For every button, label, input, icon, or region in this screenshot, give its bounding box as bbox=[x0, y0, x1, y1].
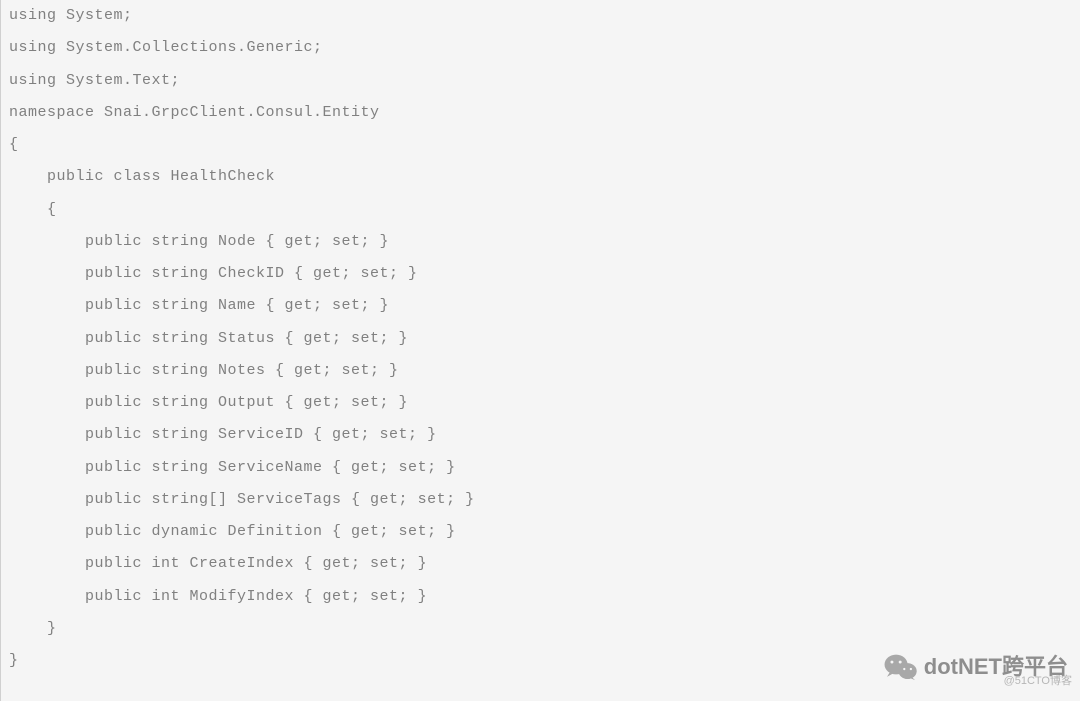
code-line: public string Notes { get; set; } bbox=[9, 355, 1072, 387]
code-line: public string ServiceID { get; set; } bbox=[9, 419, 1072, 451]
code-line: public class HealthCheck bbox=[9, 161, 1072, 193]
code-line: } bbox=[9, 613, 1072, 645]
code-line: public string Name { get; set; } bbox=[9, 290, 1072, 322]
code-line: using System.Text; bbox=[9, 65, 1072, 97]
code-line: public string[] ServiceTags { get; set; … bbox=[9, 484, 1072, 516]
code-line: { bbox=[9, 129, 1072, 161]
code-line: using System.Collections.Generic; bbox=[9, 32, 1072, 64]
code-line: using System; bbox=[9, 0, 1072, 32]
code-line: namespace Snai.GrpcClient.Consul.Entity bbox=[9, 97, 1072, 129]
code-line: public string Status { get; set; } bbox=[9, 323, 1072, 355]
code-line: public string ServiceName { get; set; } bbox=[9, 452, 1072, 484]
wechat-icon bbox=[884, 653, 918, 681]
code-line: public string Output { get; set; } bbox=[9, 387, 1072, 419]
code-line: public string Node { get; set; } bbox=[9, 226, 1072, 258]
code-block: using System; using System.Collections.G… bbox=[0, 0, 1080, 701]
code-line: public string CheckID { get; set; } bbox=[9, 258, 1072, 290]
code-line: public int CreateIndex { get; set; } bbox=[9, 548, 1072, 580]
code-line: public dynamic Definition { get; set; } bbox=[9, 516, 1072, 548]
credit-text: @51CTO博客 bbox=[1004, 665, 1072, 697]
code-line: { bbox=[9, 194, 1072, 226]
code-line: public int ModifyIndex { get; set; } bbox=[9, 581, 1072, 613]
